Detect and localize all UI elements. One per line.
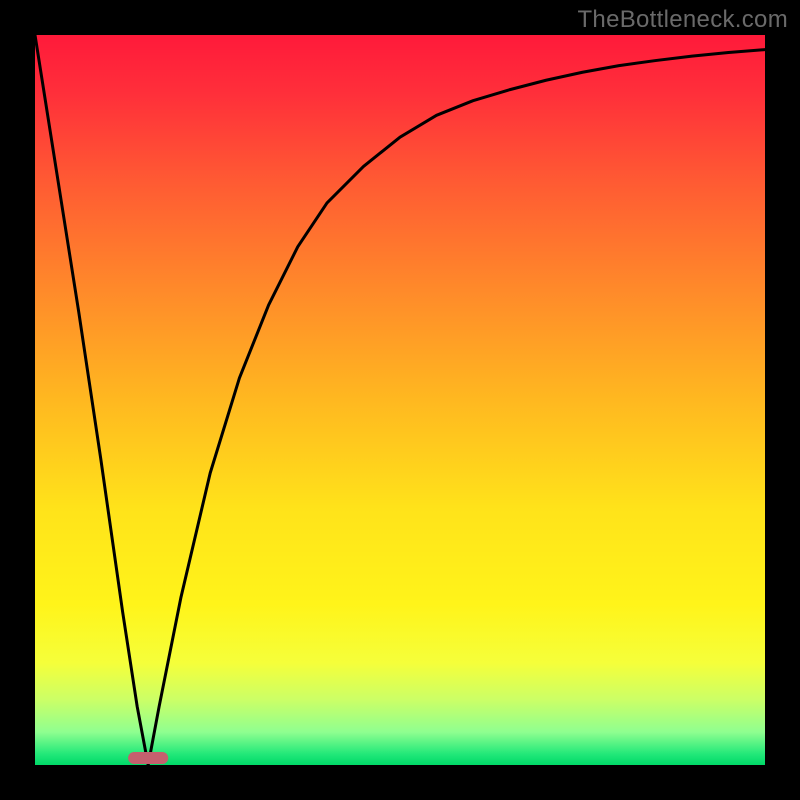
bottleneck-chart [35, 35, 765, 765]
gradient-background [35, 35, 765, 765]
optimal-marker [128, 752, 168, 764]
plot-area [35, 35, 765, 765]
chart-frame: TheBottleneck.com [0, 0, 800, 800]
watermark-text: TheBottleneck.com [577, 6, 788, 34]
